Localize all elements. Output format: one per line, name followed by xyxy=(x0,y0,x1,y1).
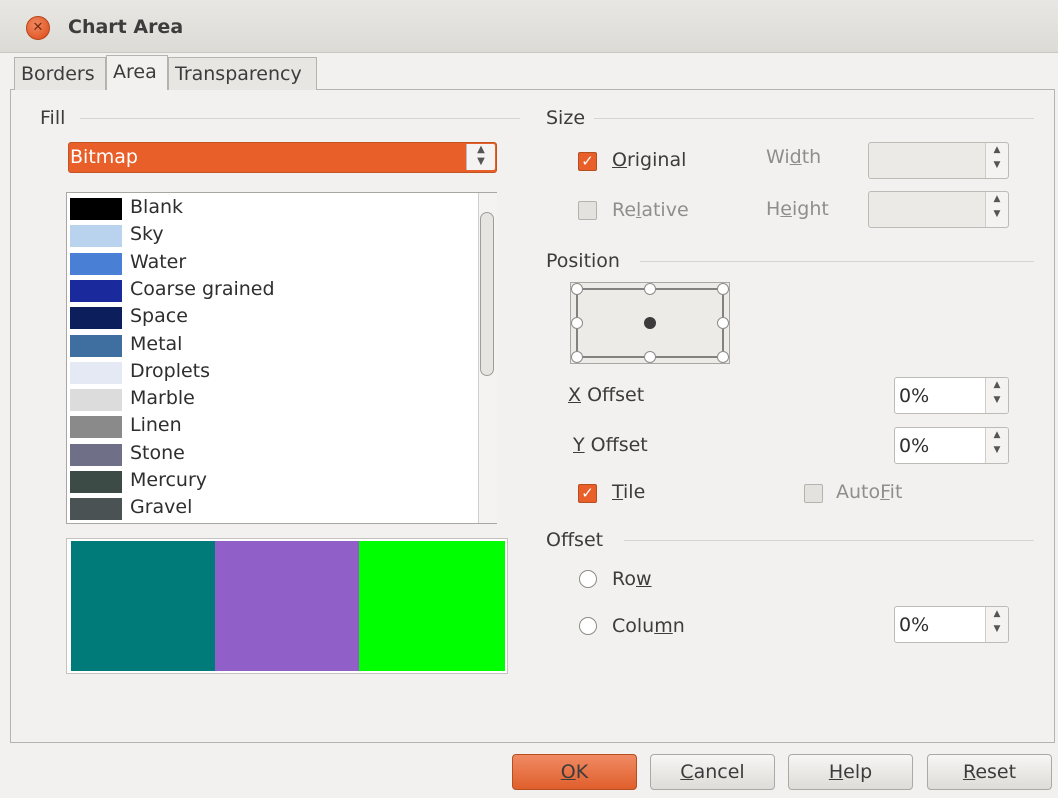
tab-borders[interactable]: Borders xyxy=(14,57,106,90)
preview-swatch-1 xyxy=(71,541,215,671)
bitmap-list-item[interactable]: Droplets xyxy=(68,359,476,386)
preview-swatch-3 xyxy=(359,541,505,671)
tile-label: Tile xyxy=(612,481,646,503)
y-offset-field[interactable]: 0% ▲ ▼ xyxy=(894,427,1009,464)
bitmap-list-item[interactable]: Stone xyxy=(68,441,476,468)
bitmap-list-item[interactable]: Water xyxy=(68,250,476,277)
bitmap-list-item[interactable]: Coarse grained xyxy=(68,277,476,304)
x-offset-label: X Offset xyxy=(568,384,645,406)
bitmap-label: Blank xyxy=(130,196,184,218)
tab-transparency[interactable]: Transparency xyxy=(168,57,317,90)
bitmap-label: Water xyxy=(130,250,187,273)
bitmap-swatch xyxy=(70,252,122,275)
y-offset-stepper-icon[interactable]: ▲ ▼ xyxy=(985,428,1008,463)
pos-middle-left[interactable] xyxy=(571,317,583,329)
column-offset-field[interactable]: 0% ▲ ▼ xyxy=(894,606,1009,643)
scrollbar-thumb[interactable] xyxy=(480,212,494,376)
bitmap-label: Droplets xyxy=(130,359,211,382)
pos-top-left[interactable] xyxy=(571,283,583,295)
bitmap-label: Space xyxy=(130,305,188,328)
relative-checkbox[interactable] xyxy=(578,201,597,220)
width-field[interactable]: ▲ ▼ xyxy=(868,142,1009,179)
bitmap-list-item[interactable]: Mercury xyxy=(68,468,476,495)
height-field[interactable]: ▲ ▼ xyxy=(868,191,1009,228)
pos-bottom-center[interactable] xyxy=(644,351,656,363)
bitmap-swatch xyxy=(70,471,122,493)
cancel-button[interactable]: Cancel xyxy=(650,754,775,790)
bitmap-swatch xyxy=(70,198,122,220)
preview-swatch-2 xyxy=(215,541,359,671)
bitmap-swatch xyxy=(70,389,122,412)
offset-section-title: Offset xyxy=(546,529,604,551)
bitmap-label: Linen xyxy=(130,414,182,437)
pos-middle-right[interactable] xyxy=(717,317,729,329)
bitmap-list[interactable]: Blank Sky Water Coarse grained Space Metal Dro… xyxy=(66,192,497,524)
autofit-checkbox[interactable] xyxy=(804,484,823,503)
bitmap-label: Gravel xyxy=(130,496,193,519)
pos-top-right[interactable] xyxy=(717,283,729,295)
fill-type-value: Bitmap xyxy=(70,146,138,168)
x-offset-stepper-icon[interactable]: ▲ ▼ xyxy=(985,378,1008,413)
offset-separator xyxy=(624,540,1034,541)
close-icon[interactable]: ✕ xyxy=(26,16,50,40)
row-label: Row xyxy=(612,568,652,590)
bitmap-swatch xyxy=(70,279,122,302)
bitmap-label: Mercury xyxy=(130,469,208,491)
width-stepper-icon[interactable]: ▲ ▼ xyxy=(985,143,1008,178)
ok-button[interactable]: OK xyxy=(512,754,637,790)
x-offset-field[interactable]: 0% ▲ ▼ xyxy=(894,377,1009,414)
bitmap-label: Marble xyxy=(130,387,195,410)
bitmap-label: Sky xyxy=(130,223,164,246)
dropdown-arrows-icon[interactable]: ▲ ▼ xyxy=(466,144,495,170)
position-grid[interactable] xyxy=(570,282,730,364)
fill-section-title: Fill xyxy=(40,107,66,129)
column-radio[interactable] xyxy=(579,617,597,635)
bitmap-swatch xyxy=(70,307,122,330)
bitmap-swatch xyxy=(70,225,122,248)
reset-button[interactable]: Reset xyxy=(927,754,1052,790)
bitmap-list-item[interactable]: Linen xyxy=(68,413,476,440)
window-title: Chart Area xyxy=(68,16,184,38)
autofit-label: AutoFit xyxy=(836,481,903,503)
help-button[interactable]: Help xyxy=(788,754,913,790)
size-section-title: Size xyxy=(546,107,586,129)
position-section-title: Position xyxy=(546,250,620,272)
bitmap-swatch xyxy=(70,443,122,466)
fill-separator xyxy=(80,118,520,119)
width-label: Width xyxy=(766,146,822,168)
tile-checkbox[interactable]: ✓ xyxy=(578,484,597,503)
bitmap-list-item[interactable]: Blank xyxy=(68,195,476,222)
pos-top-center[interactable] xyxy=(644,283,656,295)
original-label: Original xyxy=(612,149,687,171)
relative-label: Relative xyxy=(612,199,689,221)
bitmap-swatch xyxy=(70,361,122,384)
bitmap-list-item[interactable]: Space xyxy=(68,304,476,331)
bitmap-label: Coarse grained xyxy=(130,277,275,300)
y-offset-label: Y Offset xyxy=(573,434,648,456)
height-stepper-icon[interactable]: ▲ ▼ xyxy=(985,192,1008,227)
bitmap-label: Metal xyxy=(130,332,183,355)
size-separator xyxy=(594,118,1034,119)
bitmap-list-item[interactable]: Metal xyxy=(68,332,476,359)
bitmap-swatch xyxy=(70,416,122,439)
bitmap-list-item[interactable]: Marble xyxy=(68,386,476,413)
column-offset-stepper-icon[interactable]: ▲ ▼ xyxy=(985,607,1008,642)
column-label: Column xyxy=(612,615,685,637)
bitmap-list-item[interactable]: Gravel xyxy=(68,495,476,522)
bitmap-label: Stone xyxy=(130,441,185,464)
tab-area[interactable]: Area xyxy=(106,55,168,90)
position-separator xyxy=(640,261,1034,262)
original-checkbox[interactable]: ✓ xyxy=(578,152,597,171)
bitmap-swatch xyxy=(70,334,122,357)
pos-center[interactable] xyxy=(644,317,656,329)
bitmap-swatch xyxy=(70,498,122,521)
pos-bottom-right[interactable] xyxy=(717,351,729,363)
bitmap-list-item[interactable]: Sky xyxy=(68,222,476,249)
height-label: Height xyxy=(766,198,829,220)
fill-preview xyxy=(66,538,508,674)
row-radio[interactable] xyxy=(579,570,597,588)
pos-bottom-left[interactable] xyxy=(571,351,583,363)
